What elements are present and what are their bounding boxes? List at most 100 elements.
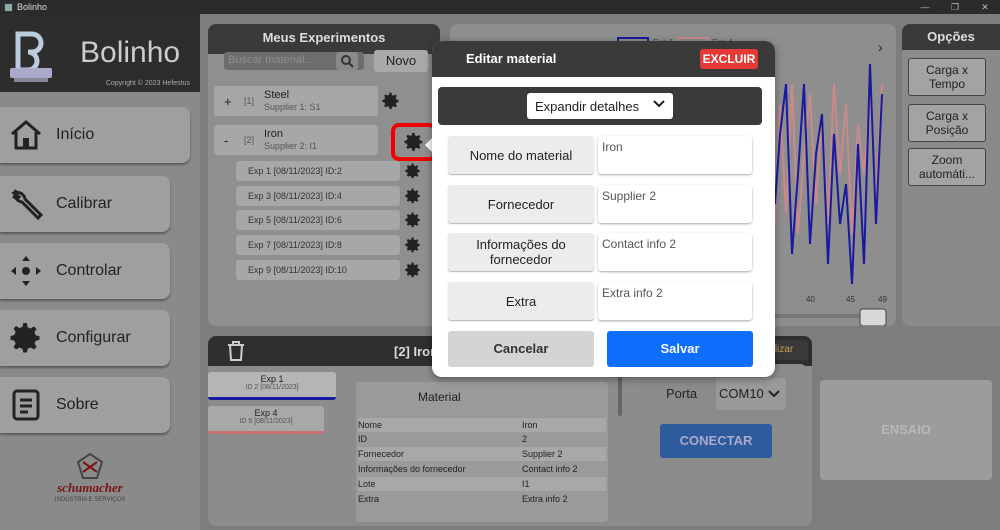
connect-button[interactable]: CONECTAR [660,424,772,458]
nav-inicio[interactable]: Início [0,107,190,163]
experiment-settings-button[interactable] [400,207,426,233]
experiment-tab-exp4[interactable]: Exp 4 ID 5 [08/11/2023] [208,406,324,434]
field-supplier: Fornecedor Supplier 2 [448,185,752,225]
gear-icon [405,262,420,278]
collapse-toggle[interactable]: - [224,133,228,148]
experiment-row[interactable]: Exp 9 [08/11/2023] ID:10 [236,260,400,280]
expand-details-label: Expandir detalhes [535,99,640,114]
field-supplier-info: Informações do fornecedor Contact info 2 [448,233,752,273]
experiment-settings-button[interactable] [400,232,426,258]
delete-experiment-button[interactable] [226,340,246,367]
field-label: Informações do fornecedor [448,233,594,271]
document-icon [6,385,46,425]
load-vs-time-button[interactable]: Carga x Tempo [908,58,986,96]
search-icon [341,55,354,68]
material-name: Steel [264,89,290,101]
options-panel: Opções Carga x Tempo Carga x Posição Zoo… [902,24,1000,326]
minimize-icon[interactable]: — [910,2,940,13]
details-value: Extra info 2 [522,494,568,504]
delete-material-button[interactable]: EXCLUIR [700,49,758,69]
x-tick: 45 [846,295,855,304]
copyright-text: Copyright © 2023 Hefestus [105,80,190,87]
nav-label: Controlar [56,262,122,279]
details-card-title: Material [418,390,461,404]
port-select[interactable]: COM10 [716,378,786,410]
modal-pointer [425,138,432,152]
x-tick: 40 [806,295,815,304]
logo-icon [10,31,52,82]
save-button[interactable]: Salvar [607,331,753,367]
nav-label: Sobre [56,396,99,413]
details-row: Extra Extra info 2 [358,492,606,506]
material-settings-button[interactable] [378,88,404,114]
options-title: Opções [902,24,1000,50]
home-icon [6,115,46,155]
details-key: Extra [358,494,380,504]
gear-icon [382,92,399,110]
experiment-settings-button[interactable] [400,183,426,209]
range-slider-handle[interactable] [859,308,887,327]
brand-logo: schumacher INDÚSTRIA E SERVIÇOS [25,450,155,510]
chevron-down-icon [653,100,665,108]
expand-toggle[interactable]: + [224,94,232,109]
range-slider-track[interactable] [775,314,865,318]
details-key: Lote [358,479,376,489]
material-index: [2] [244,135,255,145]
field-extra: Extra Extra info 2 [448,282,752,322]
move-arrows-icon [6,251,46,291]
experiment-settings-button[interactable] [400,257,426,283]
nav-calibrar[interactable]: Calibrar [0,176,170,232]
load-vs-position-button[interactable]: Carga x Posição [908,104,986,142]
details-value: 2 [522,434,528,444]
material-index: [1] [244,96,255,106]
test-button[interactable]: ENSAIO [820,380,992,480]
supplier-input[interactable]: Supplier 2 [598,185,752,223]
cancel-button[interactable]: Cancelar [448,331,594,367]
nav-controlar[interactable]: Controlar [0,243,170,299]
extra-input[interactable]: Extra info 2 [598,282,752,320]
details-row: ID 2 [358,432,606,446]
port-label: Porta [666,386,698,401]
nav-label: Configurar [56,329,131,346]
gear-icon[interactable] [403,131,425,153]
search-button[interactable] [336,52,358,70]
gear-icon [405,188,420,204]
experiment-row[interactable]: Exp 1 [08/11/2023] ID:2 [236,161,400,181]
trash-icon [228,341,244,361]
close-icon[interactable]: ✕ [970,2,1000,13]
gear-icon [6,318,46,358]
experiment-row[interactable]: Exp 5 [08/11/2023] ID:6 [236,210,400,230]
expand-details-dropdown[interactable]: Expandir detalhes [527,93,673,119]
material-name-input[interactable]: Iron [598,136,752,174]
port-value: COM10 [719,386,764,401]
nav-configurar[interactable]: Configurar [0,310,170,366]
supplier-info-input[interactable]: Contact info 2 [598,233,752,271]
dialog-title: Editar material [466,51,557,66]
material-row-iron[interactable]: - [2] Iron Supplier 2: I1 [214,125,378,155]
x-tick: 49 [878,295,887,304]
details-value: Supplier 2 [522,449,563,459]
chevron-right-icon[interactable]: › [878,39,883,55]
details-row: Lote I1 [358,477,606,491]
exp-tab-sub: ID 5 [08/11/2023] [239,418,293,425]
material-name: Iron [264,128,283,140]
auto-zoom-button[interactable]: Zoom automáti... [908,148,986,186]
nav-label: Início [56,126,95,143]
logo-header: Bolinho Copyright © 2023 Hefestus [0,14,200,92]
experiment-settings-button[interactable] [400,158,426,184]
experiment-tab-exp1[interactable]: Exp 1 ID 2 [08/11/2023] [208,372,336,400]
nav-sobre[interactable]: Sobre [0,377,170,433]
gear-icon [405,237,420,253]
material-supplier: Supplier 1: S1 [264,102,321,112]
field-material-name: Nome do material Iron [448,136,752,176]
material-row-steel[interactable]: + [1] Steel Supplier 1: S1 [214,86,378,116]
experiment-row[interactable]: Exp 3 [08/11/2023] ID:4 [236,186,400,206]
window-titlebar: Bolinho — ❐ ✕ [0,0,1000,14]
chevron-down-icon [768,390,780,398]
experiment-row[interactable]: Exp 7 [08/11/2023] ID:8 [236,235,400,255]
maximize-icon[interactable]: ❐ [940,2,970,13]
material-details-card: Material Nome Iron ID 2 Fornecedor Supplier… [356,382,608,522]
details-key: ID [358,434,367,444]
details-row: Informações do fornecedor Contact info 2 [358,462,606,476]
new-material-button[interactable]: Novo [374,50,428,72]
